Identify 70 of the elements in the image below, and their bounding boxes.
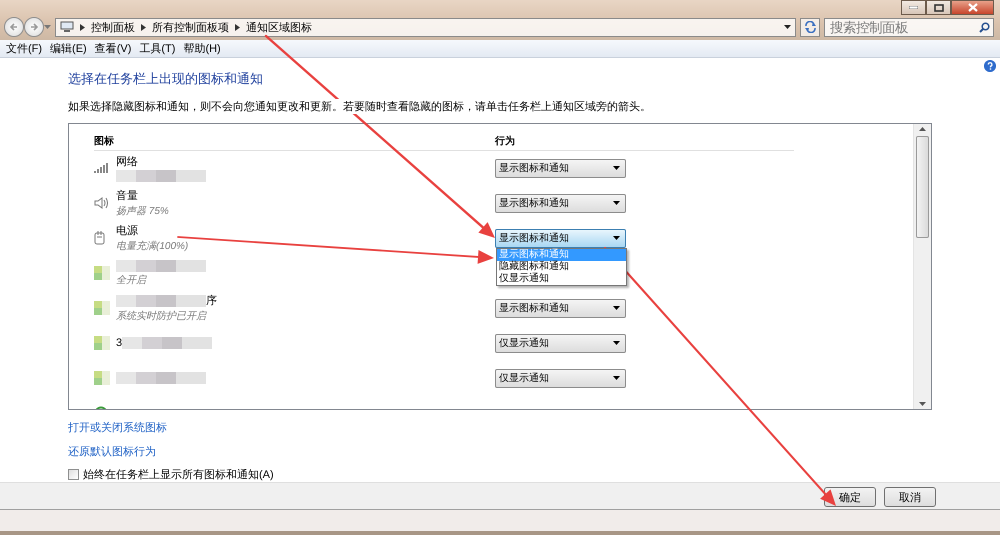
icon-name: 网络 bbox=[116, 155, 138, 170]
pixelated-icon bbox=[94, 301, 110, 316]
page-heading: 选择在任务栏上出现的图标和通知 bbox=[68, 70, 264, 88]
dropdown-caret-icon bbox=[613, 341, 620, 346]
breadcrumb-item[interactable]: 所有控制面板项 bbox=[152, 20, 229, 34]
menu-item[interactable]: 工具(T) bbox=[136, 40, 178, 56]
dropdown-caret-icon bbox=[613, 376, 620, 380]
icon-name: 电源 bbox=[116, 224, 138, 238]
pixelated-icon bbox=[94, 371, 110, 386]
maximize-icon bbox=[934, 4, 944, 12]
chevron-icon[interactable] bbox=[80, 24, 85, 30]
dropdown-caret-icon bbox=[613, 306, 620, 310]
speaker-icon bbox=[94, 197, 108, 210]
icon-status: 系统实时防护已开启 bbox=[116, 310, 206, 324]
column-header: 图标 bbox=[94, 134, 115, 148]
minimize-button[interactable] bbox=[901, 0, 926, 15]
back-arrow-icon bbox=[9, 22, 19, 32]
close-icon bbox=[968, 3, 978, 12]
checkbox[interactable] bbox=[68, 468, 79, 480]
icon-name: 音量 bbox=[116, 188, 138, 204]
scroll-thumb[interactable] bbox=[916, 136, 929, 238]
minimize-icon bbox=[909, 6, 918, 9]
icon-name: 序 bbox=[206, 294, 217, 308]
back-button[interactable] bbox=[4, 17, 24, 37]
menu-item[interactable]: 查看(V) bbox=[92, 40, 134, 56]
dropdown-caret-icon bbox=[613, 166, 620, 170]
dialog-button[interactable]: 取消 bbox=[884, 487, 936, 507]
refresh-icon bbox=[804, 21, 816, 33]
scrollbar[interactable] bbox=[913, 124, 931, 409]
search-field[interactable]: 搜索控制面板 bbox=[828, 18, 979, 36]
menu-item[interactable]: 文件(F) bbox=[3, 40, 46, 56]
signal-bars-icon bbox=[94, 163, 108, 174]
plug-icon bbox=[94, 231, 106, 246]
dropdown-option[interactable]: 仅显示通知 bbox=[497, 272, 626, 285]
dialog-button[interactable]: 确定 bbox=[824, 487, 876, 507]
behavior-dropdown[interactable]: 显示图标和通知 bbox=[495, 158, 626, 178]
icon-status: 电量充满(100%) bbox=[116, 240, 188, 254]
breadcrumb-item[interactable]: 通知区域图标 bbox=[246, 20, 312, 34]
behavior-dropdown[interactable]: 仅显示通知 bbox=[495, 368, 626, 388]
computer-icon bbox=[60, 21, 74, 33]
maximize-button[interactable] bbox=[926, 0, 951, 15]
icon-name: 3 bbox=[116, 337, 122, 350]
icon-status: 全开启 bbox=[116, 274, 146, 287]
settings-link[interactable]: 还原默认图标行为 bbox=[68, 444, 156, 459]
address-bar[interactable]: 控制面板 所有控制面板项 通知区域图标 bbox=[55, 18, 796, 36]
settings-link[interactable]: 打开或关闭系统图标 bbox=[68, 420, 167, 435]
checkbox-label[interactable]: 始终在任务栏上显示所有图标和通知(A) bbox=[83, 466, 274, 482]
dropdown-caret-icon bbox=[613, 236, 620, 240]
dropdown-caret-icon bbox=[613, 201, 620, 206]
icon-status: 扬声器 75% bbox=[116, 204, 169, 218]
search-box[interactable]: 搜索控制面板 bbox=[824, 18, 994, 36]
menu-item[interactable]: 编辑(E) bbox=[47, 40, 90, 56]
dropdown-caret-icon[interactable] bbox=[784, 24, 791, 30]
column-header: 行为 bbox=[495, 134, 516, 148]
behavior-dropdown[interactable]: 仅显示通知 bbox=[495, 334, 626, 353]
help-icon[interactable] bbox=[984, 60, 996, 72]
close-button[interactable] bbox=[951, 0, 994, 15]
menu-item[interactable]: 帮助(H) bbox=[180, 40, 224, 56]
pixelated-icon bbox=[94, 336, 110, 350]
behavior-dropdown[interactable]: 显示图标和通知 bbox=[495, 298, 626, 318]
forward-arrow-icon bbox=[29, 22, 39, 32]
dropdown-option[interactable]: 隐藏图标和通知 bbox=[497, 260, 626, 273]
search-icon bbox=[979, 22, 990, 32]
refresh-button[interactable] bbox=[800, 18, 820, 36]
chevron-icon[interactable] bbox=[235, 24, 240, 30]
behavior-dropdown[interactable]: 显示图标和通知 bbox=[495, 194, 626, 213]
breadcrumb-item[interactable]: 控制面板 bbox=[91, 20, 135, 34]
chevron-icon[interactable] bbox=[141, 24, 146, 30]
pixelated-icon bbox=[94, 266, 110, 280]
forward-button[interactable] bbox=[24, 17, 44, 37]
